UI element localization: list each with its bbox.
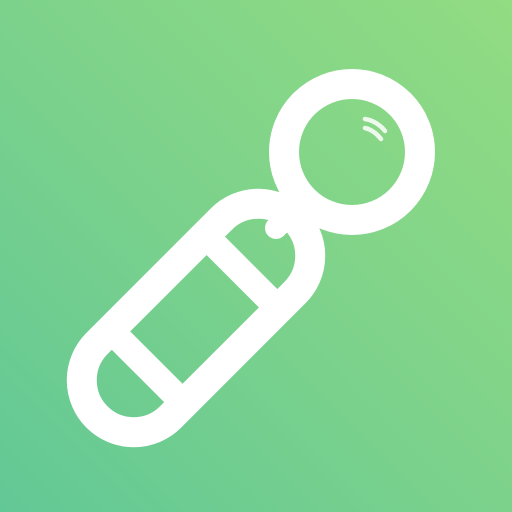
magnifier-tool-icon <box>66 69 435 448</box>
handle-band-top <box>201 231 283 313</box>
app-icon <box>0 0 512 512</box>
handle-band-bottom <box>106 326 188 408</box>
handle <box>66 188 326 448</box>
lens-glare <box>362 116 388 142</box>
handle-outline <box>66 188 326 448</box>
